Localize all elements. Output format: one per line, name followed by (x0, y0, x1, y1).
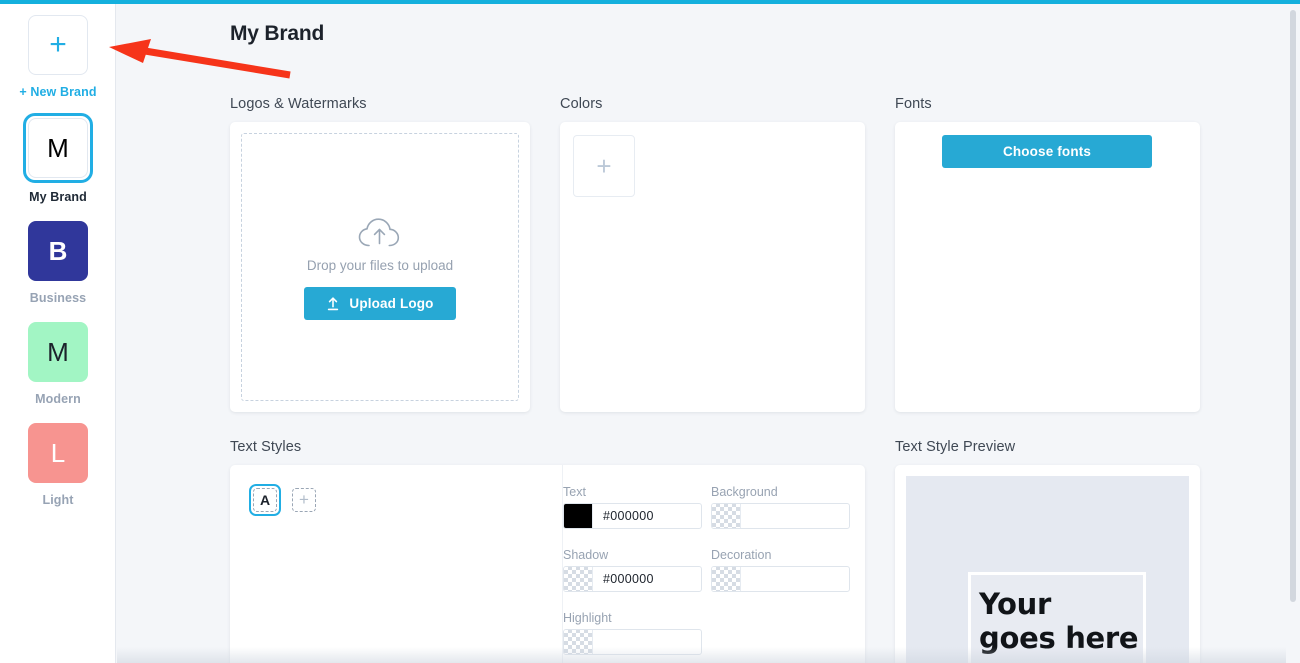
field-label: Background (711, 485, 778, 499)
sidebar-item-modern[interactable]: M Modern (0, 319, 115, 406)
cloud-upload-icon (358, 218, 400, 247)
sidebar-item-label: Light (42, 493, 74, 507)
color-swatch[interactable] (564, 630, 593, 654)
sidebar-item-business[interactable]: B Business (0, 218, 115, 305)
brand-initial: M (28, 118, 88, 178)
brand-tile-selected[interactable]: M (23, 113, 93, 183)
sidebar-item-label: Business (29, 291, 87, 305)
choose-fonts-button[interactable]: Choose fonts (942, 135, 1152, 168)
colors-card: + (560, 122, 865, 412)
brand-initial: M (28, 322, 88, 382)
section-label-fonts: Fonts (895, 96, 932, 112)
sidebar-item-label: Modern (35, 392, 81, 406)
brand-kit-page: + + New Brand M My Brand B Business M Mo… (0, 0, 1300, 663)
brand-tile[interactable]: L (25, 420, 91, 486)
drop-hint-text: Drop your files to upload (306, 258, 454, 273)
sidebar-item-label: My Brand (29, 190, 87, 204)
vertical-scrollbar[interactable] (1286, 4, 1300, 663)
color-hex-value: #000000 (603, 572, 654, 586)
logos-card: Drop your files to upload Upload Logo (230, 122, 530, 412)
field-label: Shadow (563, 548, 609, 562)
highlight-color-input[interactable] (563, 629, 702, 655)
brand-tile[interactable]: B (25, 218, 91, 284)
preview-sample-text: Your goes here (979, 587, 1139, 656)
background-color-input[interactable] (711, 503, 850, 529)
page-title: My Brand (230, 22, 325, 45)
field-decoration: Decoration (711, 548, 850, 592)
shadow-color-input[interactable]: #000000 (563, 566, 702, 592)
sidebar-item-new-brand[interactable]: + + New Brand (0, 12, 115, 99)
brand-initial: L (28, 423, 88, 483)
section-label-preview: Text Style Preview (895, 439, 1016, 455)
text-color-input[interactable]: #000000 (563, 503, 702, 529)
field-shadow: Shadow #000000 (563, 548, 702, 592)
field-label: Highlight (563, 611, 612, 625)
brand-sidebar: + + New Brand M My Brand B Business M Mo… (0, 4, 116, 663)
add-text-style-swatch[interactable]: + (288, 484, 320, 516)
section-label-text-styles: Text Styles (230, 439, 302, 455)
color-swatch[interactable] (712, 567, 741, 591)
plus-icon: + (596, 150, 612, 181)
logo-dropzone[interactable]: Drop your files to upload Upload Logo (241, 133, 519, 401)
color-swatch[interactable] (564, 567, 593, 591)
new-brand-tile[interactable]: + (25, 12, 91, 78)
sidebar-item-light[interactable]: L Light (0, 420, 115, 507)
field-background: Background (711, 485, 850, 529)
upload-icon (328, 296, 339, 310)
section-label-colors: Colors (560, 96, 603, 112)
brand-initial: B (28, 221, 88, 281)
text-style-glyph: A (253, 488, 277, 512)
text-style-preview-card: Your goes here (895, 465, 1200, 663)
field-label: Decoration (711, 548, 772, 562)
plus-icon: + (28, 15, 88, 75)
color-swatch[interactable] (712, 504, 741, 528)
text-style-swatch-row: A + (249, 484, 320, 516)
upload-logo-label: Upload Logo (349, 296, 434, 311)
add-color-button[interactable]: + (573, 135, 635, 197)
preview-text-box[interactable]: Your goes here (968, 572, 1146, 663)
field-text: Text #000000 (563, 485, 702, 529)
brand-tile[interactable]: M (25, 319, 91, 385)
text-style-swatch[interactable]: A (249, 484, 281, 516)
plus-icon: + (292, 488, 316, 512)
upload-logo-button[interactable]: Upload Logo (304, 287, 456, 320)
color-swatch[interactable] (564, 504, 593, 528)
scrollbar-thumb[interactable] (1290, 10, 1296, 602)
decoration-color-input[interactable] (711, 566, 850, 592)
sidebar-item-label: + New Brand (19, 85, 97, 99)
field-highlight: Highlight (563, 611, 702, 655)
sidebar-item-my-brand[interactable]: M My Brand (0, 113, 115, 204)
preview-canvas[interactable]: Your goes here (906, 476, 1189, 663)
text-styles-card: A + Text #000000 Background Shadow #0000… (230, 465, 865, 663)
color-hex-value: #000000 (603, 509, 654, 523)
section-label-logos: Logos & Watermarks (230, 96, 367, 112)
main-content: My Brand Logos & Watermarks Drop your fi… (117, 4, 1300, 663)
fonts-card: Choose fonts (895, 122, 1200, 412)
field-label: Text (563, 485, 586, 499)
